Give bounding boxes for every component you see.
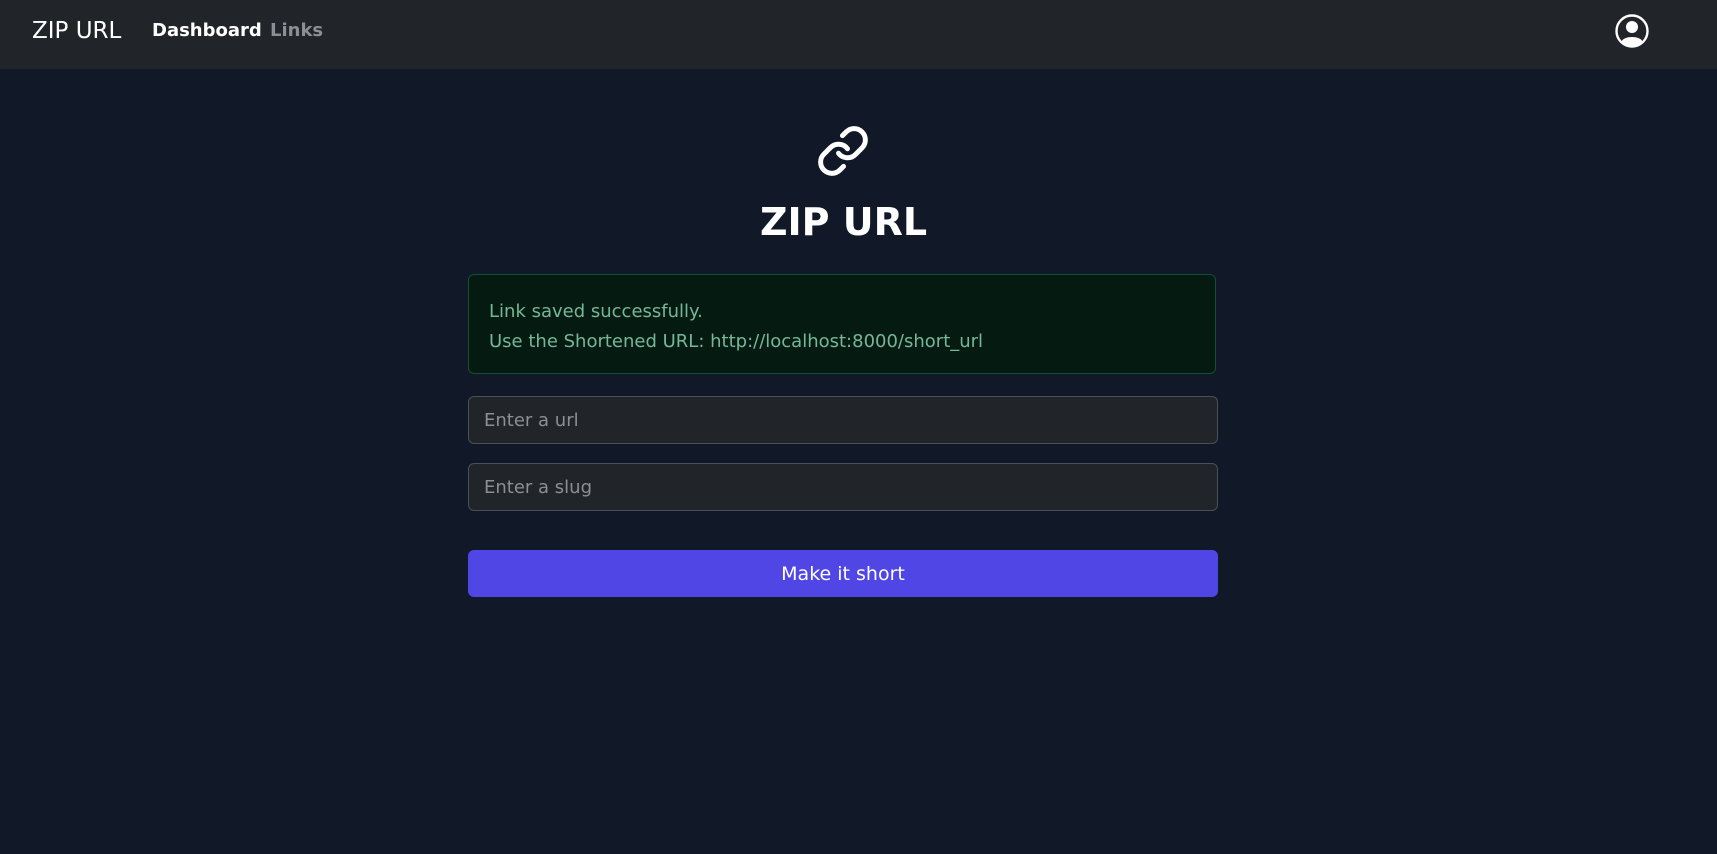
nav-link-links[interactable]: Links xyxy=(270,19,323,43)
slug-input[interactable] xyxy=(468,463,1218,511)
nav-link-dashboard[interactable]: Dashboard xyxy=(152,19,262,43)
alert-short-url: Use the Shortened URL: http://localhost:… xyxy=(489,331,984,352)
brand-link[interactable]: ZIP URL xyxy=(32,16,121,46)
url-input[interactable] xyxy=(468,396,1218,444)
link-icon xyxy=(818,126,868,176)
success-alert: Link saved successfully. Use the Shorten… xyxy=(468,274,1216,374)
user-circle-icon[interactable] xyxy=(1615,14,1649,48)
page-title: ZIP URL xyxy=(759,200,928,244)
make-it-short-button[interactable]: Make it short xyxy=(468,550,1218,597)
top-navbar: ZIP URL Dashboard Links xyxy=(0,0,1717,69)
alert-message: Link saved successfully. xyxy=(489,301,703,322)
